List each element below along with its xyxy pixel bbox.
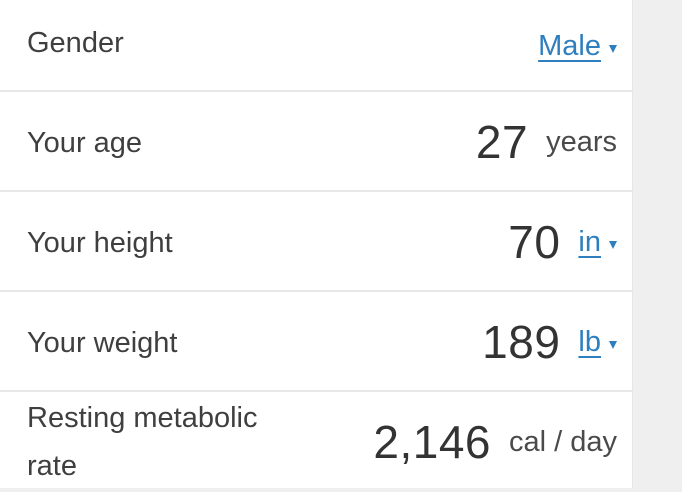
age-value-wrap: 27 years xyxy=(476,92,617,192)
gender-value-wrap: Male xyxy=(538,0,617,92)
weight-unit-select[interactable]: lb xyxy=(578,326,617,359)
weight-value-wrap: 189 lb xyxy=(482,292,617,392)
height-row: Your height 70 in xyxy=(0,192,633,292)
rmr-row: Resting metabolic rate 2,146 cal / day xyxy=(0,392,633,488)
rmr-unit: cal / day xyxy=(509,425,617,458)
height-unit-select[interactable]: in xyxy=(578,226,617,259)
height-label: Your height xyxy=(27,227,173,259)
weight-row: Your weight 189 lb xyxy=(0,292,633,392)
age-label: Your age xyxy=(27,127,143,159)
height-value[interactable]: 70 xyxy=(508,215,560,269)
gender-value: Male xyxy=(538,29,601,62)
chevron-down-icon xyxy=(609,241,617,249)
rmr-value: 2,146 xyxy=(373,416,491,468)
weight-unit: lb xyxy=(578,325,601,358)
height-value-wrap: 70 in xyxy=(508,192,617,292)
calculator-panel: Gender Male Your age 27 years Your heigh… xyxy=(0,0,633,488)
gender-select[interactable]: Male xyxy=(538,30,617,63)
age-unit: years xyxy=(546,125,617,158)
age-row: Your age 27 years xyxy=(0,92,633,192)
chevron-down-icon xyxy=(609,341,617,349)
height-unit: in xyxy=(578,225,601,258)
rmr-label-line1: Resting metabolic xyxy=(27,402,258,434)
rmr-label-line2: rate xyxy=(27,450,77,482)
weight-label: Your weight xyxy=(27,327,178,359)
age-value[interactable]: 27 xyxy=(476,115,528,169)
gender-row: Gender Male xyxy=(0,0,633,92)
gender-label: Gender xyxy=(27,27,124,59)
chevron-down-icon xyxy=(609,45,617,53)
rmr-label: Resting metabolic rate xyxy=(27,394,258,490)
rmr-value-wrap: 2,146 cal / day xyxy=(373,392,617,492)
weight-value[interactable]: 189 xyxy=(482,315,560,369)
